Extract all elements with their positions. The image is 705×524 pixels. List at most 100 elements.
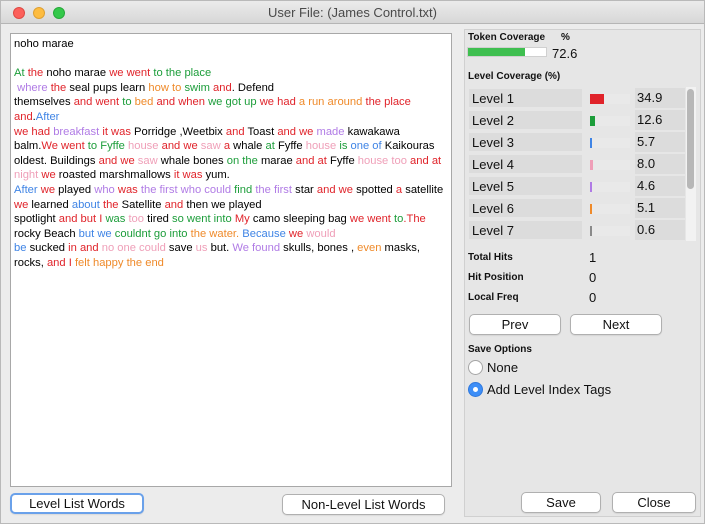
text-run: the first who could	[140, 183, 235, 196]
token-coverage-value: 72.6	[552, 46, 578, 61]
text-run: tired	[147, 213, 172, 226]
close-button[interactable]: Close	[612, 492, 696, 513]
level-bar-fill	[590, 182, 592, 192]
next-button[interactable]: Next	[570, 314, 662, 335]
text-run: and we	[98, 154, 138, 167]
text-run: we	[288, 227, 307, 240]
level-name: Level 3	[468, 132, 583, 152]
save-option-none-label[interactable]: None	[487, 360, 518, 375]
level-bar-fill	[590, 226, 592, 236]
save-option-tags-radio[interactable]	[468, 382, 483, 397]
text-run: and at	[295, 154, 330, 167]
window-title: User File: (James Control.txt)	[267, 5, 438, 20]
text-run: rocks,	[14, 256, 47, 269]
text-line: oldest. Buildings and we saw whale bones…	[14, 154, 448, 169]
text-run: spotted	[356, 183, 396, 196]
local-freq-value: 0	[589, 290, 597, 305]
text-run: at	[265, 140, 278, 153]
text-run: . Defend	[231, 81, 275, 94]
text-run: it was	[102, 125, 135, 138]
level-row[interactable]: Level 6 5.1	[468, 198, 696, 218]
text-run: learned	[31, 198, 72, 211]
text-line: we learned about the Satellite and then …	[14, 198, 448, 213]
level-bar	[590, 204, 630, 214]
text-run: the first	[255, 183, 296, 196]
text-run: played	[58, 183, 95, 196]
text-run: and but I	[58, 213, 106, 226]
level-bar	[590, 226, 630, 236]
scrollbar-thumb[interactable]	[687, 89, 694, 189]
text-run: one of	[350, 140, 385, 153]
text-run: Toast	[247, 125, 278, 138]
text-run: whale	[233, 140, 266, 153]
level-row[interactable]: Level 1 34.9	[468, 88, 696, 108]
level-bar-fill	[590, 138, 593, 148]
text-run: we had	[14, 125, 54, 138]
text-line: After we played who was the first who co…	[14, 183, 448, 198]
text-run: and we	[316, 183, 357, 196]
text-line: and.After	[14, 110, 448, 125]
text-run: we	[41, 169, 59, 182]
level-list-words-button[interactable]: Level List Words	[10, 493, 144, 514]
prev-button[interactable]: Prev	[469, 314, 561, 335]
text-line: noho marae	[14, 37, 448, 52]
level-bar-fill	[590, 204, 593, 214]
save-option-none-radio[interactable]	[468, 360, 483, 375]
text-run: and	[213, 81, 232, 94]
level-row[interactable]: Level 3 5.7	[468, 132, 696, 152]
text-run: and we	[161, 140, 201, 153]
level-coverage-label: Level Coverage (%)	[468, 71, 561, 82]
save-button[interactable]: Save	[521, 492, 601, 513]
non-level-list-words-button[interactable]: Non-Level List Words	[282, 494, 445, 515]
text-run: Satellite	[121, 198, 165, 211]
text-run: Kaikouras	[384, 140, 435, 153]
level-row[interactable]: Level 4 8.0	[468, 154, 696, 174]
text-run: breakfast	[53, 125, 103, 138]
save-option-tags-label[interactable]: Add Level Index Tags	[487, 382, 611, 397]
text-run: themselves	[14, 96, 74, 109]
text-run: house	[128, 140, 162, 153]
level-value: 0.6	[635, 220, 685, 240]
level-value: 8.0	[635, 154, 685, 174]
text-run: and	[225, 125, 248, 138]
text-run: the end	[126, 256, 164, 269]
file-text-area[interactable]: noho marae At the noho marae we went to …	[10, 33, 452, 487]
hit-position-label: Hit Position	[468, 272, 524, 283]
text-run: the	[50, 81, 70, 94]
text-run: night	[14, 169, 42, 182]
hit-position-value: 0	[589, 270, 597, 285]
text-run: a	[223, 140, 234, 153]
text-run: camo sleeping bag	[252, 213, 350, 226]
text-run: and went	[73, 96, 123, 109]
text-run: us	[195, 242, 211, 255]
text-run: it was	[173, 169, 206, 182]
text-run: in and	[68, 242, 102, 255]
text-line: rocky Beach but we couldnt go into the w…	[14, 227, 448, 242]
text-run: sucked	[29, 242, 69, 255]
text-run: who	[94, 183, 118, 196]
text-run: noho marae	[14, 38, 74, 50]
text-run: to	[394, 213, 404, 226]
text-run: .The	[403, 213, 426, 226]
text-run: rocky Beach	[14, 227, 79, 240]
level-bar	[590, 182, 630, 192]
text-line: night we roasted marshmallows it was yum…	[14, 168, 448, 183]
save-options-label: Save Options	[468, 344, 532, 355]
level-row[interactable]: Level 5 4.6	[468, 176, 696, 196]
text-run: masks,	[384, 242, 420, 255]
level-row[interactable]: Level 7 0.6	[468, 220, 696, 240]
text-run: spotlight	[14, 213, 59, 226]
text-run: and we	[277, 125, 317, 138]
level-row[interactable]: Level 2 12.6	[468, 110, 696, 130]
level-coverage-list[interactable]: Level 1 34.9 Level 2 12.6 Level 3 5.7 Level 4 8…	[468, 87, 698, 241]
text-run: saw	[200, 140, 224, 153]
text-run: Fyffe	[330, 154, 358, 167]
text-run: would	[306, 227, 336, 240]
text-run: roasted marshmallows	[58, 169, 174, 182]
level-name: Level 5	[468, 176, 583, 196]
title-bar[interactable]: User File: (James Control.txt)	[1, 1, 704, 24]
level-list-scrollbar[interactable]	[686, 87, 696, 241]
text-run: saw	[137, 154, 161, 167]
text-run: the place	[365, 96, 411, 109]
level-value: 5.7	[635, 132, 685, 152]
